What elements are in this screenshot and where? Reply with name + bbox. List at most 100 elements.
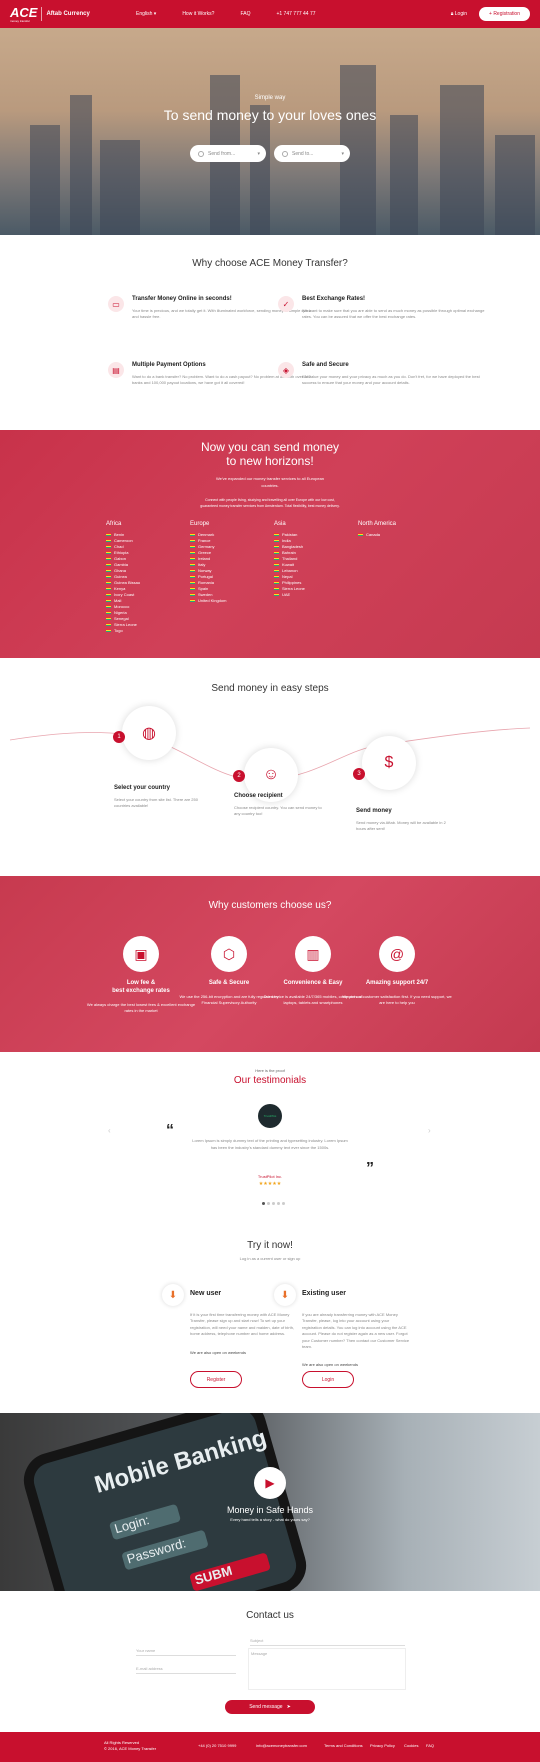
why-title: Amazing support 24/7 [365, 980, 429, 986]
carousel-dot-active[interactable] [262, 1202, 265, 1205]
login-button[interactable]: Login [302, 1371, 354, 1388]
carousel-dot[interactable] [282, 1202, 285, 1205]
flag-icon [274, 556, 279, 560]
step-number: 1 [113, 731, 125, 743]
feature-title: Safe and Secure [302, 362, 349, 368]
flag-icon [274, 532, 279, 536]
step-number: 2 [233, 770, 245, 782]
footer-faq[interactable]: FAQ [426, 1743, 434, 1748]
skyline-building [495, 135, 535, 235]
user-icon: ⬇ [274, 1284, 296, 1306]
country-name: United Kingdom [198, 597, 227, 603]
flag-icon [190, 580, 195, 584]
country-list: Pakistan India Bangladesh Bahrain Thailand Ku… [274, 531, 305, 597]
footer-email[interactable]: info@acemoneytransfer.com [256, 1743, 307, 1748]
subject-field[interactable]: Subject [250, 1638, 405, 1646]
skyline-building [250, 105, 270, 235]
footer-phone[interactable]: +44 (0) 20 7510 9999 [198, 1743, 236, 1748]
flag-icon [190, 538, 195, 542]
horizons-body-line1: Connect with people living, studying and… [205, 498, 335, 502]
flag-icon [190, 568, 195, 572]
user-icon: ⬇ [162, 1284, 184, 1306]
play-button[interactable]: ▶ [254, 1467, 286, 1499]
registration-label: Registration [493, 11, 520, 17]
flag-icon [190, 574, 195, 578]
nav-phone[interactable]: +1 747 777 44 77 [276, 11, 315, 17]
rates-icon: ✓ [278, 296, 294, 312]
why-support: @ Amazing support 24/7 We put our custom… [342, 936, 452, 1007]
carousel-dots [262, 1202, 285, 1205]
carousel-dot[interactable] [277, 1202, 280, 1205]
footer-privacy[interactable]: Privacy Policy [370, 1743, 395, 1748]
region-europe: Europe Denmark France Germany Greece Ireland… [190, 521, 226, 603]
nav-faq[interactable]: FAQ [240, 11, 250, 17]
name-field[interactable]: Your name [136, 1648, 236, 1656]
country-name: Canada [366, 531, 381, 537]
lock-icon: 🔒︎ [450, 11, 454, 17]
main-nav: English ▾ How it Works? FAQ +1 747 777 4… [136, 11, 316, 17]
flag-icon [106, 568, 111, 572]
try-title: Try it now! [247, 1240, 293, 1251]
country-name: Germany [198, 543, 215, 549]
step-title: Send money [356, 808, 392, 814]
country-name: Norway [198, 567, 212, 573]
flag-icon [106, 628, 111, 632]
new-horizons-section: Now you can send money to new horizons! W… [0, 430, 540, 658]
fee-icon: ▣ [123, 936, 159, 972]
carousel-next-icon[interactable]: › [428, 1126, 431, 1135]
country-name: Mali [114, 597, 122, 603]
message-field[interactable]: Message [248, 1648, 406, 1690]
country-name: Gambia [114, 561, 129, 567]
flag-icon [106, 532, 111, 536]
carousel-dot[interactable] [267, 1202, 270, 1205]
flag-icon [274, 592, 279, 596]
send-label: Send message [249, 1704, 283, 1710]
carousel-prev-icon[interactable]: ‹ [108, 1126, 111, 1135]
country-name: Italy [198, 561, 206, 567]
steps-title: Send money in easy steps [211, 683, 329, 694]
why-title-line1: Low fee & [126, 980, 156, 986]
flag-icon [274, 550, 279, 554]
skyline-building [30, 125, 60, 235]
send-message-button[interactable]: Send message ➤ [225, 1700, 315, 1714]
language-selector[interactable]: English ▾ [136, 11, 156, 17]
feature-best-rates: ✓ Best Exchange Rates! We want to make s… [278, 296, 488, 321]
globe-icon [282, 150, 288, 157]
skyline-building [390, 115, 418, 235]
testimonials-pre: Here is the proof [255, 1068, 285, 1073]
testimonial-author: TrustPilot Inc. [257, 1174, 283, 1179]
globe-icon [198, 150, 204, 157]
register-button[interactable]: Register [190, 1371, 242, 1388]
shield-icon: ⬡ [211, 936, 247, 972]
country-name: Greece [198, 549, 212, 555]
login-link[interactable]: 🔒︎ Login [451, 11, 467, 17]
flag-icon [190, 562, 195, 566]
top-header: ACE money transfer Aftab Currency Englis… [0, 0, 540, 28]
flag-icon [106, 622, 111, 626]
logo-text: ACE [10, 4, 38, 20]
send-to-select[interactable]: Send to... ▾ [274, 145, 350, 162]
country-name: UAE [282, 591, 291, 597]
flag-icon [106, 616, 111, 620]
email-field[interactable]: E-mail address [136, 1666, 236, 1674]
logo[interactable]: ACE money transfer Aftab Currency [10, 6, 110, 23]
country-name: Morocco [114, 603, 130, 609]
footer-cookies[interactable]: Cookies [404, 1743, 418, 1748]
step-title: Choose recipient [234, 793, 283, 799]
country-name: Romania [198, 579, 215, 585]
step-text: Choose recipient country. You can send m… [234, 805, 322, 817]
flag-icon [358, 532, 363, 536]
footer: All Rights Reserved © 2016, ACE Money Tr… [0, 1732, 540, 1762]
feature-safe-secure: ◈ Safe and Secure We value your money an… [278, 362, 488, 387]
send-from-select[interactable]: Send from... ▾ [190, 145, 266, 162]
horizons-title-line2: to new horizons! [226, 454, 314, 469]
country-name: Senegal [114, 615, 129, 621]
region-asia: Asia Pakistan India Bangladesh Bahrain Thail… [274, 521, 305, 597]
footer-terms[interactable]: Terms and Conditions [324, 1743, 363, 1748]
country-name: Ethiopia [114, 549, 129, 555]
nav-how-it-works[interactable]: How it Works? [182, 11, 214, 17]
carousel-dot[interactable] [272, 1202, 275, 1205]
rating-stars: ★★★★★ [258, 1181, 282, 1187]
registration-button[interactable]: + Registration [479, 7, 530, 21]
horizons-intro-line1: We've expanded our money transfer servic… [215, 476, 325, 481]
